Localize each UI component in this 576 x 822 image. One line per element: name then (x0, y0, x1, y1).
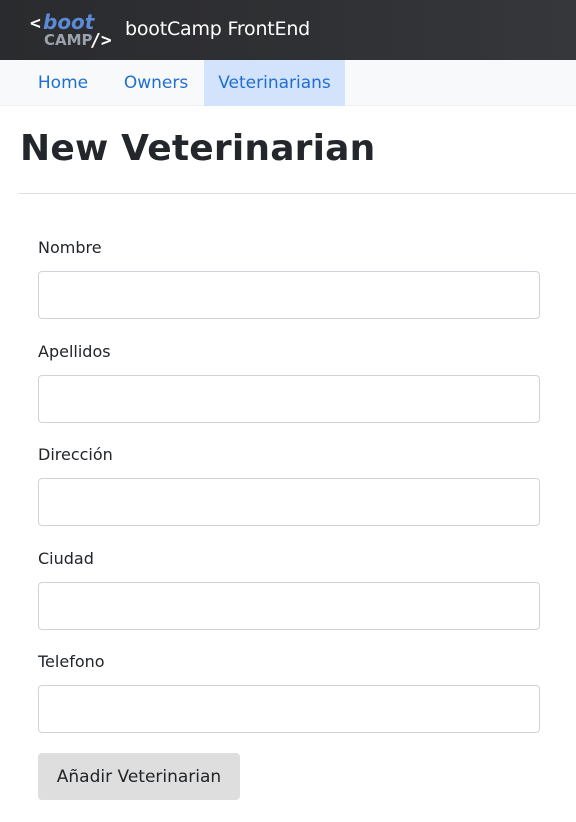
direccion-input[interactable] (38, 478, 540, 526)
app-title[interactable]: bootCamp FrontEnd (125, 18, 310, 40)
telefono-label: Telefono (38, 652, 105, 671)
svg-text:<: < (30, 13, 41, 34)
nav-item-home[interactable]: Home (22, 60, 104, 106)
nav-item-owners[interactable]: Owners (112, 60, 200, 106)
main-nav: Home Owners Veterinarians (0, 60, 576, 106)
direccion-label: Dirección (38, 445, 113, 464)
apellidos-label: Apellidos (38, 342, 111, 361)
add-veterinarian-button[interactable]: Añadir Veterinarian (38, 753, 240, 800)
ciudad-input[interactable] (38, 582, 540, 630)
bootcamp-logo-icon[interactable]: < boot CAMP /> (30, 10, 112, 52)
nombre-input[interactable] (38, 271, 540, 319)
title-divider (18, 193, 576, 194)
svg-text:/>: /> (90, 30, 112, 51)
telefono-input[interactable] (38, 685, 540, 733)
svg-text:CAMP: CAMP (44, 31, 93, 49)
nombre-label: Nombre (38, 238, 102, 257)
nav-item-veterinarians[interactable]: Veterinarians (204, 60, 345, 106)
ciudad-label: Ciudad (38, 549, 94, 568)
top-bar: < boot CAMP /> bootCamp FrontEnd (0, 0, 576, 60)
page-title: New Veterinarian (20, 128, 376, 169)
apellidos-input[interactable] (38, 375, 540, 423)
